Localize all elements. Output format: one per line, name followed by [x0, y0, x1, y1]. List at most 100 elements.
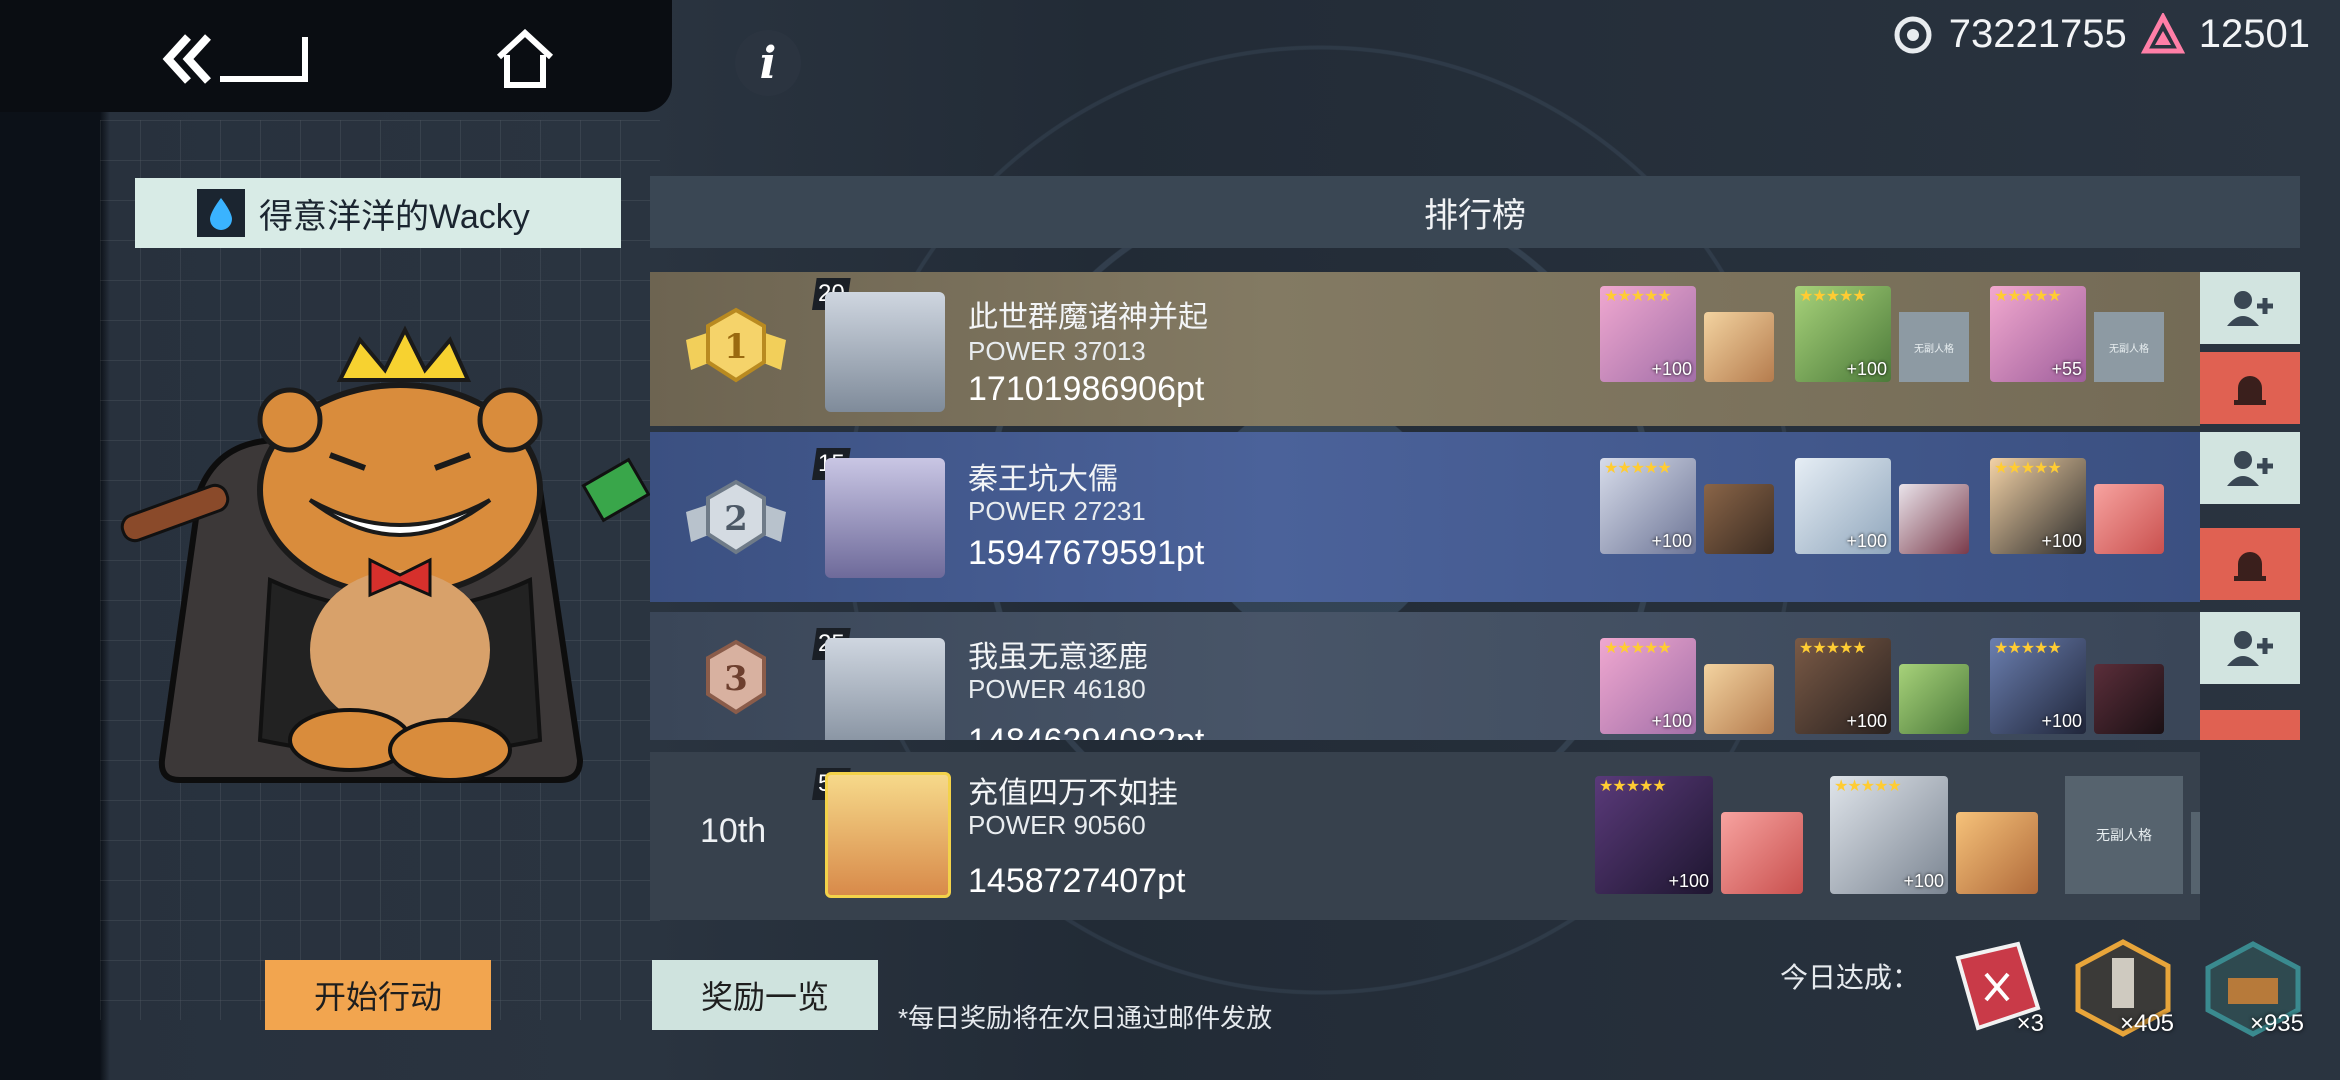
- item-count: ×3: [2016, 1010, 2044, 1037]
- empty-character-slot: 无副人格: [2065, 776, 2183, 894]
- team-2: +100: [1795, 454, 1969, 554]
- character-portrait: ★★★★★ +100: [1990, 458, 2086, 554]
- silver-medal-icon: 2: [686, 479, 786, 555]
- empty-support-slot: 无副人格: [2094, 312, 2164, 382]
- reward-item-crate[interactable]: ×935: [2198, 938, 2308, 1038]
- report-button[interactable]: [2200, 528, 2300, 600]
- support-portrait: [1899, 484, 1969, 554]
- double-chevron-back-icon: [162, 34, 308, 84]
- credit-icon: [1894, 16, 1932, 53]
- support-portrait: [1721, 812, 1803, 894]
- crystal-icon: [2140, 12, 2185, 53]
- player-name: 秦王坑大儒: [968, 463, 1118, 496]
- empty-support-slot: 无副人格: [1899, 312, 1969, 382]
- alarm-icon: [2234, 376, 2266, 405]
- silver-medal-rank: 2: [724, 499, 748, 539]
- character-portrait: ★★★★★ +100: [1830, 776, 1948, 894]
- info-button[interactable]: i: [735, 30, 801, 96]
- player-name: 我虽无意逐鹿: [968, 641, 1148, 674]
- leaderboard-title-bar: 排行榜: [650, 176, 2300, 248]
- credit-amount: 73221755: [1948, 12, 2127, 56]
- support-portrait: [1704, 484, 1774, 554]
- leaderboard-title: 排行榜: [1424, 196, 1526, 235]
- start-action-button[interactable]: 开始行动: [265, 960, 491, 1030]
- reward-item-ticket[interactable]: ×3: [1938, 938, 2048, 1038]
- player-name: 充值四万不如挂: [968, 777, 1178, 810]
- team-3: ★★★★★ +100: [1990, 634, 2164, 734]
- gold-medal-icon: 1: [686, 307, 786, 383]
- player-avatar[interactable]: [825, 772, 951, 898]
- top-nav-bar: [0, 0, 672, 112]
- support-portrait: [1956, 812, 2038, 894]
- player-power: POWER 90560: [968, 810, 1146, 840]
- leaderboard-row-self[interactable]: 10th 50 充值四万不如挂 POWER 90560 1458727407pt…: [650, 752, 2200, 920]
- bronze-medal-icon: 3: [706, 639, 766, 715]
- player-avatar[interactable]: [825, 458, 945, 578]
- character-portrait: ★★★★★ +100: [1595, 776, 1713, 894]
- add-friend-icon: [2227, 631, 2273, 666]
- empty-support-slot: 无副人格: [2191, 812, 2200, 894]
- bronze-medal-rank: 3: [724, 659, 748, 699]
- water-element-icon: [197, 189, 245, 237]
- home-icon: [496, 29, 554, 88]
- team-1: ★★★★★ +100: [1595, 774, 1803, 894]
- player-score: 15947679591pt: [968, 534, 1205, 572]
- character-portrait: ★★★★★ +100: [1990, 638, 2086, 734]
- character-portrait: ★★★★★ +100: [1600, 286, 1696, 382]
- reward-item-chip[interactable]: ×405: [2068, 938, 2178, 1038]
- player-name: 此世群魔诸神并起: [968, 301, 1208, 334]
- back-button[interactable]: [160, 24, 310, 94]
- add-friend-icon: [2227, 291, 2273, 326]
- team-2: ★★★★★ +100 无副人格: [1795, 282, 1969, 382]
- support-portrait: [1704, 312, 1774, 382]
- add-friend-icon: [2227, 451, 2273, 486]
- self-rank: 10th: [700, 812, 767, 850]
- add-friend-button[interactable]: [2200, 272, 2300, 344]
- character-portrait: ★★★★★ +100: [1795, 286, 1891, 382]
- player-power: POWER 27231: [968, 496, 1146, 526]
- home-button[interactable]: [490, 24, 560, 94]
- team-1: ★★★★★ +100: [1600, 634, 1774, 734]
- report-button[interactable]: [2200, 352, 2300, 424]
- item-count: ×405: [2119, 1010, 2174, 1037]
- gold-medal-rank: 1: [724, 327, 748, 367]
- player-avatar[interactable]: [825, 292, 945, 412]
- character-portrait: +100: [1795, 458, 1891, 554]
- alarm-icon: [2234, 552, 2266, 581]
- team-2: ★★★★★ +100: [1795, 634, 1969, 734]
- add-friend-button[interactable]: [2200, 612, 2300, 684]
- player-power: POWER 46180: [968, 674, 1146, 704]
- team-3: ★★★★★ +55 无副人格: [1990, 282, 2164, 382]
- support-portrait: [1704, 664, 1774, 734]
- item-count: ×935: [2249, 1010, 2304, 1037]
- player-score: 17101986906pt: [968, 370, 1205, 408]
- player-score: 14846294082pt: [968, 722, 1204, 740]
- mascot-illustration: [120, 325, 651, 783]
- support-portrait: [2094, 664, 2164, 734]
- today-achieved-label: 今日达成：: [1780, 962, 1921, 993]
- leaderboard-row-2[interactable]: 2 15 秦王坑大儒 POWER 27231 15947679591pt ★★★…: [650, 432, 2200, 602]
- team-3: ★★★★★ +100: [1990, 454, 2164, 554]
- player-score: 1458727407pt: [968, 862, 1186, 900]
- support-portrait: [2094, 484, 2164, 554]
- team-1: ★★★★★ +100: [1600, 282, 1774, 382]
- reward-list-button[interactable]: 奖励一览: [652, 960, 878, 1030]
- add-friend-button[interactable]: [2200, 432, 2300, 504]
- team-1: ★★★★★ +100: [1600, 454, 1774, 554]
- character-portrait: ★★★★★ +55: [1990, 286, 2086, 382]
- player-name: 得意洋洋的Wacky: [259, 197, 530, 236]
- team-2: ★★★★★ +100: [1830, 774, 2038, 894]
- player-power: POWER 37013: [968, 336, 1146, 366]
- report-button[interactable]: [2200, 710, 2300, 740]
- crystal-amount: 12501: [2198, 12, 2310, 56]
- leaderboard-row-3[interactable]: 3 25 我虽无意逐鹿 POWER 46180 14846294082pt ★★…: [650, 612, 2200, 740]
- player-avatar[interactable]: [825, 638, 945, 740]
- character-portrait: ★★★★★ +100: [1600, 458, 1696, 554]
- leaderboard-row-1[interactable]: 1 20 此世群魔诸神并起 POWER 37013 17101986906pt …: [650, 272, 2200, 426]
- currency-bar: 73221755 12501: [1891, 12, 2310, 57]
- reward-note: *每日奖励将在次日通过邮件发放: [898, 1003, 1273, 1033]
- player-tag: 得意洋洋的Wacky: [135, 178, 621, 248]
- character-portrait: ★★★★★ +100: [1600, 638, 1696, 734]
- support-portrait: [1899, 664, 1969, 734]
- info-icon: i: [759, 37, 777, 89]
